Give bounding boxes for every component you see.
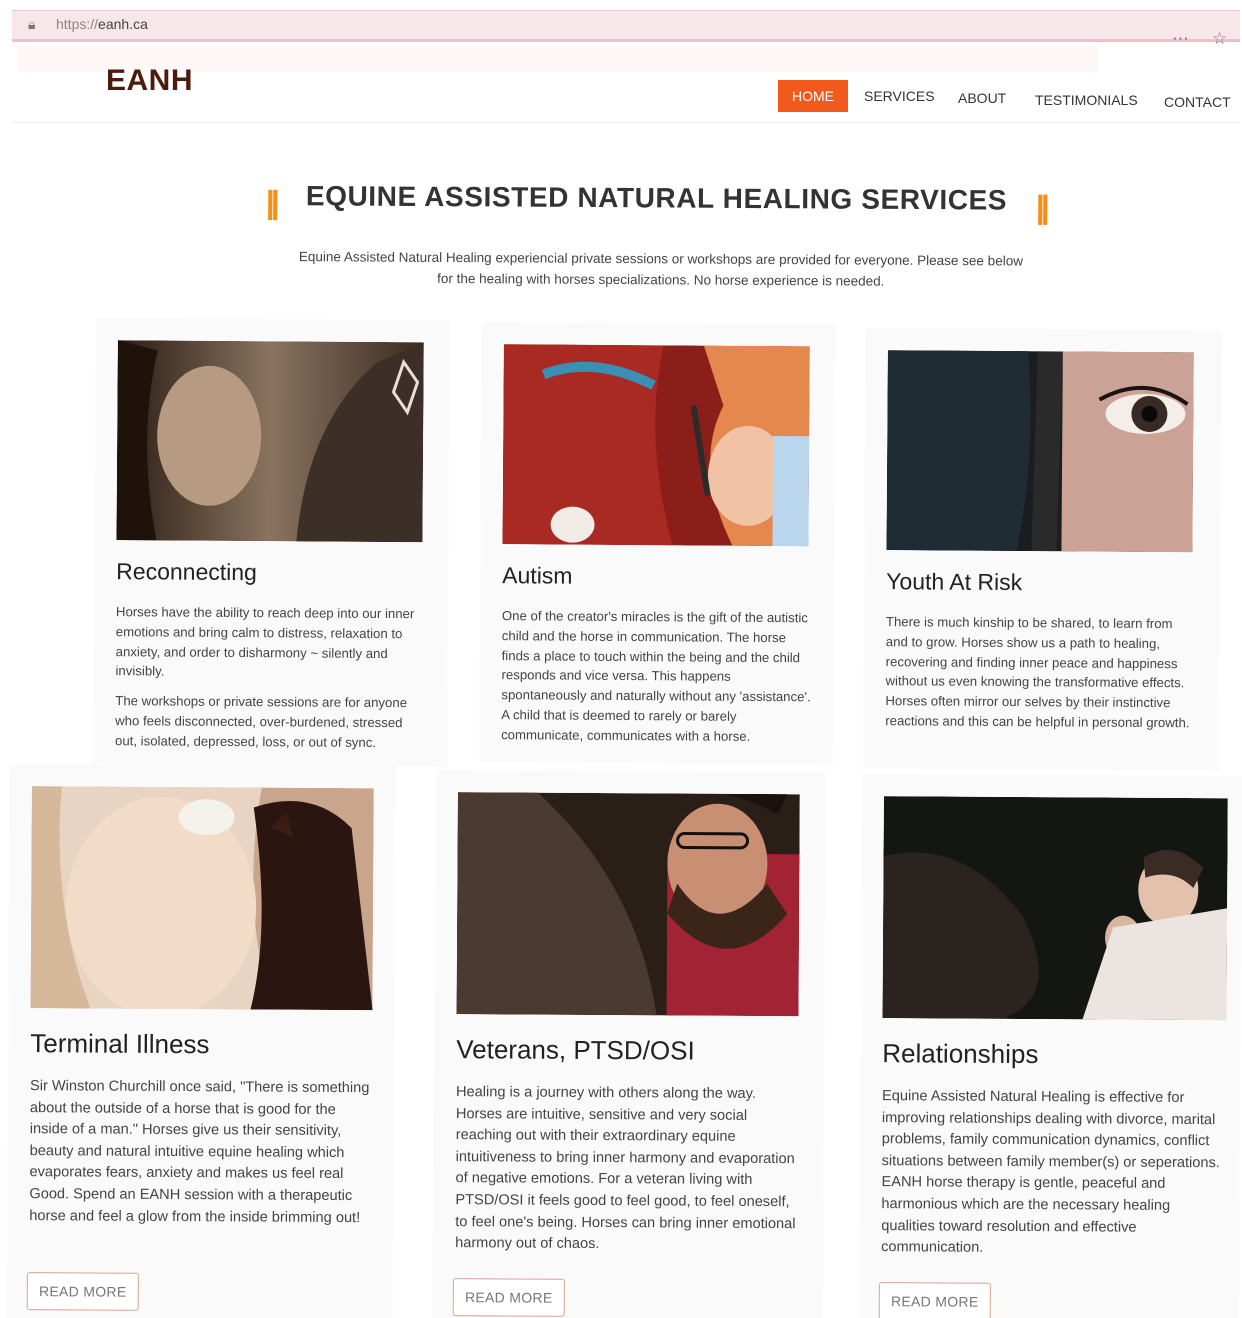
card-title: Relationships — [882, 1038, 1039, 1070]
card-body: Equine Assisted Natural Healing is effec… — [881, 1086, 1224, 1271]
nav-about[interactable]: ABOUT — [958, 82, 1006, 114]
nav-testimonials[interactable]: TESTIMONIALS — [1035, 84, 1138, 116]
reader-view-icon[interactable]: ⋯ — [1172, 29, 1189, 49]
read-more-button[interactable]: READ MORE — [26, 1272, 139, 1311]
card-body: One of the creator's miracles is the gif… — [501, 606, 814, 757]
card-paragraph: One of the creator's miracles is the gif… — [501, 608, 811, 744]
lock-icon: 🔒︎ — [28, 16, 36, 32]
url-host: eanh.ca — [98, 16, 148, 32]
eye-and-horse-photo — [886, 350, 1194, 553]
card-paragraph: Equine Assisted Natural Healing is effec… — [881, 1088, 1220, 1256]
card-body: Horses have the ability to reach deep in… — [115, 602, 428, 763]
veteran-and-horse-photo — [456, 792, 800, 1017]
card-paragraph: Sir Winston Churchill once said, "There … — [29, 1078, 370, 1226]
address-bar[interactable]: 🔒︎ https://eanh.ca ⋯ ☆ — [12, 10, 1240, 48]
card-title: Veterans, PTSD/OSI — [456, 1034, 695, 1066]
card-paragraph: There is much kinship to be shared, to l… — [885, 614, 1190, 731]
header-divider — [12, 122, 1240, 123]
card-paragraph: Horses have the ability to reach deep in… — [115, 604, 415, 679]
main-nav: HOME SERVICES ABOUT TESTIMONIALS CONTACT — [778, 80, 1231, 112]
girl-and-horse-photo — [30, 786, 374, 1011]
card-title: Youth At Risk — [886, 568, 1023, 596]
service-card-autism: Autism One of the creator's miracles is … — [478, 322, 836, 765]
people-and-horse-photo — [882, 796, 1228, 1021]
woman-and-horse-photo — [116, 340, 424, 543]
bookmark-star-icon[interactable]: ☆ — [1212, 29, 1227, 49]
card-title: Terminal Illness — [30, 1028, 210, 1060]
page-title: EQUINE ASSISTED NATURAL HEALING SERVICES — [305, 180, 1008, 216]
service-card-youth-at-risk: Youth At Risk There is much kinship to b… — [862, 328, 1222, 771]
url-scheme: https:// — [56, 16, 99, 32]
card-paragraph: The workshops or private sessions are fo… — [114, 693, 408, 750]
card-body: Sir Winston Churchill once said, "There … — [29, 1076, 372, 1239]
service-card-reconnecting: Reconnecting Horses have the ability to … — [92, 318, 450, 767]
card-body: There is much kinship to be shared, to l… — [885, 612, 1198, 743]
child-and-horse-photo — [502, 344, 810, 547]
read-more-button[interactable]: READ MORE — [452, 1278, 565, 1317]
section-intro: Equine Assisted Natural Healing experien… — [286, 246, 1036, 293]
card-title: Autism — [502, 562, 573, 589]
title-bar-right: || — [1035, 188, 1046, 225]
site-logo[interactable]: EANH — [106, 64, 193, 98]
service-card-veterans: Veterans, PTSD/OSI Healing is a journey … — [432, 770, 826, 1318]
section-heading: || EQUINE ASSISTED NATURAL HEALING SERVI… — [262, 176, 1062, 231]
card-paragraph: Healing is a journey with others along t… — [455, 1084, 796, 1253]
service-card-terminal-illness: Terminal Illness Sir Winston Churchill o… — [6, 764, 396, 1318]
nav-home[interactable]: HOME — [778, 80, 848, 112]
card-title: Reconnecting — [116, 558, 257, 586]
nav-contact[interactable]: CONTACT — [1164, 86, 1231, 118]
nav-services[interactable]: SERVICES — [864, 80, 935, 112]
card-body: Healing is a journey with others along t… — [455, 1082, 798, 1267]
title-bar-left: || — [265, 184, 276, 221]
service-card-relationships: Relationships Equine Assisted Natural He… — [858, 774, 1242, 1318]
read-more-button[interactable]: READ MORE — [878, 1282, 991, 1318]
url-text[interactable]: https://eanh.ca — [56, 16, 148, 32]
